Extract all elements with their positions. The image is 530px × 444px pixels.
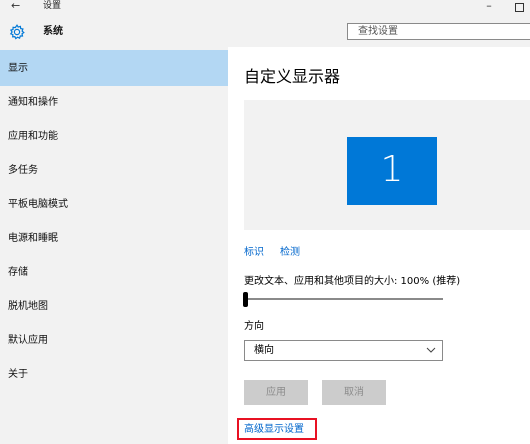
advanced-display-settings-highlight: 高级显示设置 — [237, 418, 317, 440]
sidebar-item-label: 脱机地图 — [8, 301, 48, 312]
orientation-label: 方向 — [244, 321, 264, 332]
sidebar-item-label: 显示 — [8, 63, 28, 74]
sidebar-item-notifications[interactable]: 通知和操作 — [0, 84, 228, 120]
sidebar-item-about[interactable]: 关于 — [0, 356, 228, 392]
apply-button[interactable]: 应用 — [244, 380, 308, 405]
sidebar-item-label: 关于 — [8, 369, 28, 380]
detect-link[interactable]: 检测 — [280, 247, 300, 259]
monitor-tile[interactable]: 1 — [347, 137, 437, 205]
maximize-button[interactable] — [515, 3, 524, 12]
gear-icon — [9, 24, 25, 40]
section-title: 系统 — [43, 26, 63, 37]
sidebar-item-display[interactable]: 显示 — [0, 50, 228, 86]
search-box[interactable] — [347, 23, 530, 40]
sidebar-item-label: 平板电脑模式 — [8, 199, 68, 210]
scale-label: 更改文本、应用和其他项目的大小: 100% (推荐) — [244, 276, 461, 287]
sidebar-item-label: 多任务 — [8, 165, 38, 176]
cancel-button[interactable]: 取消 — [322, 380, 386, 405]
chevron-down-icon — [426, 347, 436, 353]
sidebar-item-default-apps[interactable]: 默认应用 — [0, 322, 228, 358]
sidebar-item-label: 通知和操作 — [8, 97, 58, 108]
sidebar-item-label: 电源和睡眠 — [8, 233, 58, 244]
search-input[interactable] — [358, 25, 518, 38]
scale-slider-thumb[interactable] — [243, 292, 248, 307]
scale-slider-track[interactable] — [247, 298, 443, 300]
sidebar-item-tablet-mode[interactable]: 平板电脑模式 — [0, 186, 228, 222]
minimize-button[interactable]: – — [482, 0, 496, 14]
sidebar-item-storage[interactable]: 存储 — [0, 254, 228, 290]
back-arrow-icon[interactable]: ← — [11, 0, 20, 12]
sidebar-item-label: 应用和功能 — [8, 131, 58, 142]
title-bar: ← 设置 – — [0, 0, 530, 15]
orientation-dropdown[interactable]: 横向 — [244, 340, 443, 361]
sidebar-item-label: 存储 — [8, 267, 28, 278]
sidebar: 显示 通知和操作 应用和功能 多任务 平板电脑模式 电源和睡眠 存储 脱机地图 … — [0, 47, 228, 444]
identify-link[interactable]: 标识 — [244, 247, 264, 259]
orientation-selected-value: 横向 — [254, 345, 274, 356]
sidebar-item-label: 默认应用 — [8, 335, 48, 346]
advanced-display-settings-link[interactable]: 高级显示设置 — [244, 424, 304, 436]
monitor-number: 1 — [380, 149, 404, 190]
sidebar-item-apps-features[interactable]: 应用和功能 — [0, 118, 228, 154]
sidebar-item-power-sleep[interactable]: 电源和睡眠 — [0, 220, 228, 256]
page-title: 自定义显示器 — [244, 67, 341, 86]
sidebar-item-offline-maps[interactable]: 脱机地图 — [0, 288, 228, 324]
window-title: 设置 — [43, 1, 62, 11]
header-bar: 系统 — [0, 15, 530, 47]
sidebar-item-multitasking[interactable]: 多任务 — [0, 152, 228, 188]
